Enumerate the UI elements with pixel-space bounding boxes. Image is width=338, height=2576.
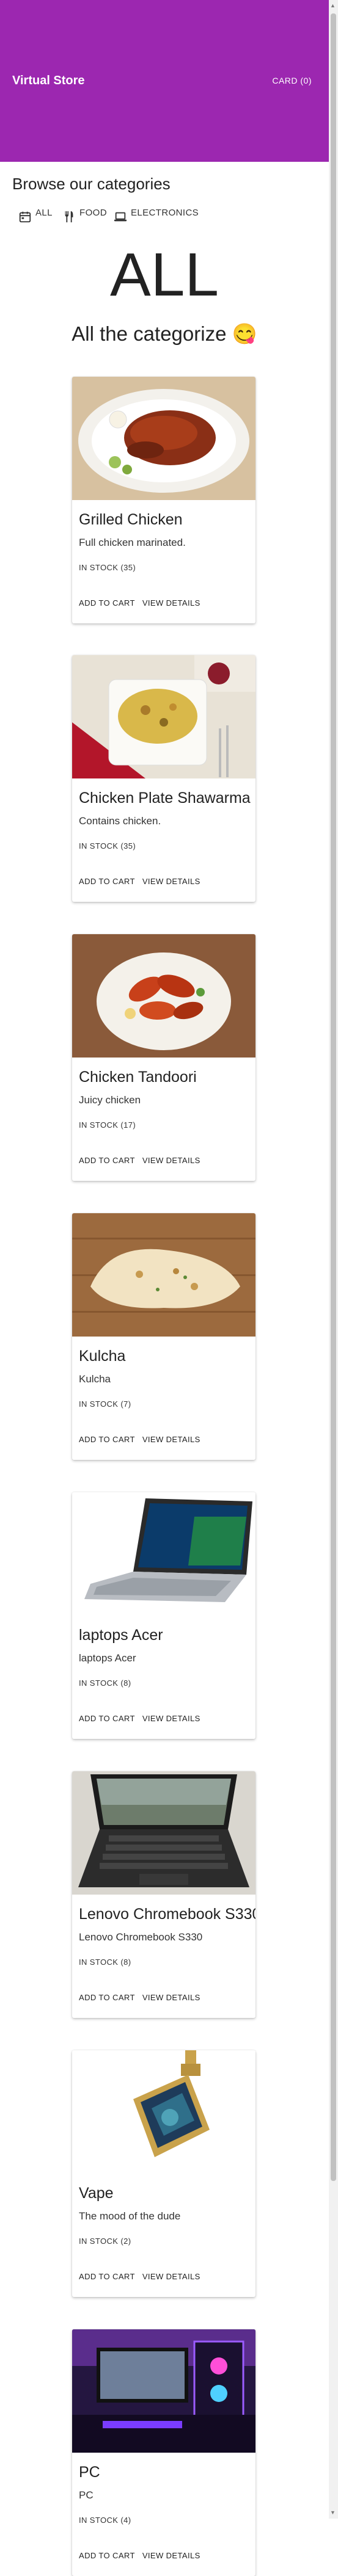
category-all[interactable]: ALL <box>18 208 53 223</box>
product-stock: IN STOCK (35) <box>79 563 136 572</box>
category-subtitle: All the categorize 😋 <box>72 322 257 345</box>
product-card: Lenovo Chromebook S330 Lenovo Chromebook… <box>72 1771 255 2018</box>
product-stock: IN STOCK (35) <box>79 841 136 851</box>
product-title: Lenovo Chromebook S330 <box>79 1906 255 1923</box>
view-details-button[interactable]: VIEW DETAILS <box>142 1156 200 1165</box>
product-description: Juicy chicken <box>79 1094 141 1106</box>
product-image[interactable] <box>72 1213 255 1337</box>
add-to-cart-button[interactable]: ADD TO CART <box>79 2272 135 2281</box>
add-to-cart-button[interactable]: ADD TO CART <box>79 877 135 886</box>
cart-button[interactable]: CARD (0) <box>272 76 312 85</box>
view-details-button[interactable]: VIEW DETAILS <box>142 877 200 886</box>
product-image[interactable] <box>72 377 255 500</box>
category-label: ELECTRONICS <box>131 208 199 218</box>
view-details-button[interactable]: VIEW DETAILS <box>142 1993 200 2002</box>
utensils-icon <box>65 211 73 223</box>
category-label: FOOD <box>79 208 107 218</box>
product-description: Contains chicken. <box>79 815 161 827</box>
product-description: Lenovo Chromebook S330 <box>79 1931 203 1943</box>
product-stock: IN STOCK (8) <box>79 1957 131 1967</box>
product-title: Chicken Plate Shawarma <box>79 789 251 807</box>
product-title: laptops Acer <box>79 1627 163 1644</box>
view-details-button[interactable]: VIEW DETAILS <box>142 2272 200 2281</box>
add-to-cart-button[interactable]: ADD TO CART <box>79 2551 135 2560</box>
add-to-cart-button[interactable]: ADD TO CART <box>79 1435 135 1444</box>
add-to-cart-button[interactable]: ADD TO CART <box>79 1156 135 1165</box>
add-to-cart-button[interactable]: ADD TO CART <box>79 1993 135 2002</box>
product-stock: IN STOCK (8) <box>79 1678 131 1688</box>
product-title: Kulcha <box>79 1348 126 1365</box>
add-to-cart-button[interactable]: ADD TO CART <box>79 1714 135 1723</box>
product-card: Chicken Plate Shawarma Contains chicken.… <box>72 655 255 902</box>
product-image[interactable] <box>72 655 255 778</box>
product-card: laptops Acer laptops Acer IN STOCK (8) A… <box>72 1492 255 1739</box>
add-to-cart-button[interactable]: ADD TO CART <box>79 598 135 608</box>
product-stock: IN STOCK (7) <box>79 1399 131 1409</box>
product-card: Chicken Tandoori Juicy chicken IN STOCK … <box>72 934 255 1181</box>
view-details-button[interactable]: VIEW DETAILS <box>142 1435 200 1444</box>
view-details-button[interactable]: VIEW DETAILS <box>142 1714 200 1723</box>
product-title: Vape <box>79 2185 114 2202</box>
product-card: PC PC IN STOCK (4) ADD TO CART VIEW DETAI… <box>72 2329 255 2576</box>
scrollbar-thumb[interactable] <box>331 13 336 2181</box>
calendar-icon <box>19 211 31 223</box>
laptop-icon <box>114 212 127 222</box>
product-description: Kulcha <box>79 1373 111 1385</box>
category-heading: ALL <box>110 241 219 309</box>
product-stock: IN STOCK (2) <box>79 2237 131 2246</box>
scroll-down-arrow-icon[interactable]: ▼ <box>330 2509 336 2516</box>
category-label: ALL <box>35 208 53 218</box>
category-food[interactable]: FOOD <box>62 208 107 223</box>
app-bar: Virtual Store CARD (0) <box>0 0 329 162</box>
product-image[interactable] <box>72 2050 255 2174</box>
view-details-button[interactable]: VIEW DETAILS <box>142 2551 200 2560</box>
scroll-up-arrow-icon[interactable]: ▲ <box>330 2 336 9</box>
product-description: Full chicken marinated. <box>79 537 186 548</box>
product-card: Vape The mood of the dude IN STOCK (2) A… <box>72 2050 255 2297</box>
product-stock: IN STOCK (4) <box>79 2516 131 2525</box>
product-image[interactable] <box>72 1492 255 1616</box>
product-title: Chicken Tandoori <box>79 1068 197 1086</box>
product-stock: IN STOCK (17) <box>79 1120 136 1130</box>
product-image[interactable] <box>72 1771 255 1895</box>
product-description: PC <box>79 2489 94 2501</box>
product-card: Kulcha Kulcha IN STOCK (7) ADD TO CART VI… <box>72 1213 255 1460</box>
category-electronics[interactable]: ELECTRONICS <box>114 208 199 223</box>
browse-categories-title: Browse our categories <box>12 175 171 193</box>
view-details-button[interactable]: VIEW DETAILS <box>142 598 200 608</box>
product-description: The mood of the dude <box>79 2210 181 2222</box>
product-title: Grilled Chicken <box>79 511 183 528</box>
product-image[interactable] <box>72 2329 255 2453</box>
product-card: Grilled Chicken Full chicken marinated. … <box>72 377 255 623</box>
store-brand[interactable]: Virtual Store <box>12 74 85 88</box>
product-image[interactable] <box>72 934 255 1058</box>
product-description: laptops Acer <box>79 1652 136 1664</box>
product-title: PC <box>79 2464 100 2481</box>
